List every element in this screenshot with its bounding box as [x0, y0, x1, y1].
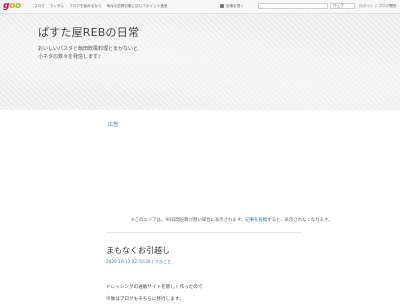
ad-notice-prefix: ※このエリアは、90日間投稿が無い場合に表示されます。 — [131, 218, 246, 223]
ad-label: 広告 — [108, 122, 119, 128]
blog-start-link[interactable]: ブログ開設 — [379, 0, 397, 13]
write-post-button[interactable]: 記事を書く — [220, 3, 244, 9]
search-input[interactable] — [258, 3, 328, 9]
entry-meta: 2020-10-13 22:50:30 | できごと — [106, 259, 171, 265]
divider — [106, 232, 302, 233]
account-links: ログイン | ブログ開設 — [359, 0, 397, 13]
write-post-label: 記事を書く — [226, 3, 244, 8]
blog-description: おいしいパスタと飯田飲風料理とまかないと 小ネタの数々を発信します♪ — [38, 45, 138, 61]
blog-header: ぱすた屋REBの日常 おいしいパスタと飯田飲風料理とまかないと 小ネタの数々を発… — [0, 14, 400, 110]
logo-letter-o2: o — [15, 1, 21, 11]
nav-item-start-blog[interactable]: ブログを始めるなら — [69, 0, 101, 13]
entry-body-line: ドレッシングの通販サイトを新しく作ったので — [106, 285, 203, 290]
nav-item-blog[interactable]: ブログ — [34, 0, 45, 13]
top-bar: goo ブログ ランダム ブログを始めるなら 毎月の訪問日数に応じてポイント進呈… — [0, 0, 400, 14]
nav-item-random[interactable]: ランダム — [50, 0, 64, 13]
blog-description-line: 小ネタの数々を発信します♪ — [38, 54, 102, 60]
goo-logo[interactable]: goo — [3, 1, 21, 12]
search-scope-select[interactable]: ウェブ — [330, 3, 355, 9]
entry-title[interactable]: まもなくお引越し — [106, 245, 170, 256]
entry-body: ドレッシングの通販サイトを新しく作ったので 今後はブログもそちらに移行します。 — [106, 282, 202, 306]
blog-description-line: おいしいパスタと飯田飲風料理とまかないと — [38, 46, 139, 52]
entry-category-link[interactable]: できごと — [155, 259, 172, 264]
ad-notice-suffix: すると、表示されなくなります。 — [267, 218, 333, 223]
pencil-icon — [220, 4, 224, 8]
post-article-link[interactable]: 記事を投稿 — [245, 218, 267, 223]
nav-item-points[interactable]: 毎月の訪問日数に応じてポイント進呈 — [107, 0, 168, 13]
separator: | — [375, 4, 377, 8]
login-link[interactable]: ログイン — [359, 0, 373, 13]
entry-date: 2020-10-13 22:50:30 — [106, 259, 151, 264]
search-scope-label: ウェブ — [333, 4, 344, 8]
top-nav: ブログ ランダム ブログを始めるなら 毎月の訪問日数に応じてポイント進呈 — [34, 0, 168, 13]
blog-title[interactable]: ぱすた屋REBの日常 — [38, 24, 139, 40]
ad-notice: ※このエリアは、90日間投稿が無い場合に表示されます。記事を投稿すると、表示され… — [131, 217, 332, 223]
entry-body-line: 今後はブログもそちらに移行します。 — [106, 297, 184, 302]
